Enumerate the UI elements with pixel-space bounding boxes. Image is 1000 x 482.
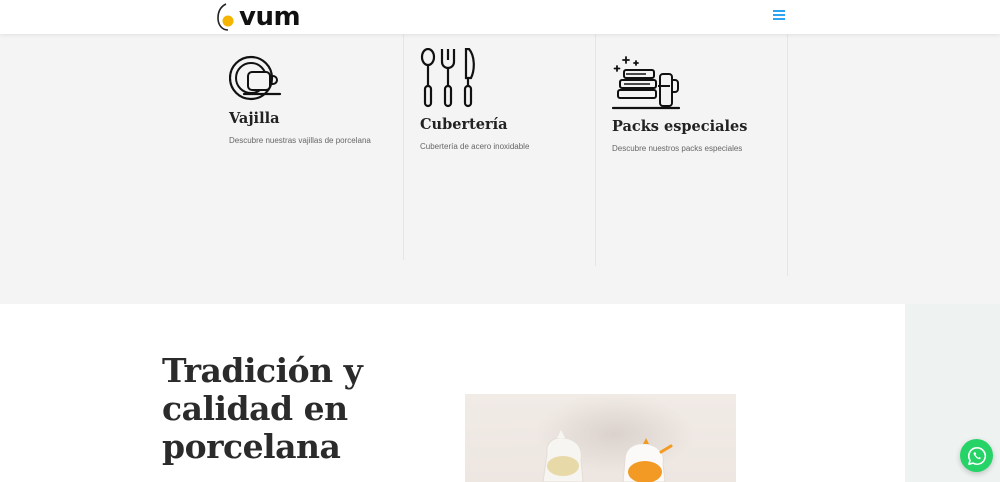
heading-line: Tradición y	[162, 351, 363, 390]
column-divider	[595, 34, 596, 266]
menu-toggle-button[interactable]	[773, 10, 785, 20]
heading-line: porcelana	[162, 427, 341, 466]
category-title[interactable]: Packs especiales	[612, 118, 747, 135]
logo-text: vum	[239, 2, 301, 32]
site-header: vum	[0, 0, 1000, 34]
porcelain-cups-image	[535, 394, 695, 482]
menu-bar-icon	[773, 10, 785, 12]
special-packs-icon	[612, 56, 680, 110]
column-divider	[403, 34, 404, 260]
site-logo[interactable]: vum	[216, 0, 301, 34]
category-title[interactable]: Vajilla	[229, 110, 371, 127]
heading-line: calidad en	[162, 389, 348, 428]
porcelain-photo	[465, 394, 736, 482]
category-title[interactable]: Cubertería	[420, 116, 529, 133]
category-description: Descubre nuestras vajillas de porcelana	[229, 136, 371, 145]
tradition-section: Tradición y calidad en porcelana	[0, 304, 905, 482]
category-card-packs[interactable]: Packs especiales Descubre nuestros packs…	[612, 56, 747, 153]
category-card-cuberteria[interactable]: Cubertería Cubertería de acero inoxidabl…	[420, 48, 529, 151]
category-description: Descubre nuestros packs especiales	[612, 144, 743, 153]
tradition-heading: Tradición y calidad en porcelana	[162, 351, 363, 466]
category-card-vajilla[interactable]: Vajilla Descubre nuestras vajillas de po…	[229, 54, 371, 145]
categories-section: Vajilla Descubre nuestras vajillas de po…	[0, 34, 1000, 304]
whatsapp-icon	[967, 446, 986, 465]
menu-bar-icon	[773, 18, 785, 20]
logo-mark-icon	[217, 3, 234, 31]
dinnerware-icon	[229, 55, 282, 101]
whatsapp-chat-button[interactable]	[960, 439, 993, 472]
menu-bar-icon	[773, 14, 785, 16]
cutlery-icon	[420, 48, 475, 108]
column-divider	[787, 34, 788, 276]
category-description: Cubertería de acero inoxidable	[420, 142, 530, 151]
